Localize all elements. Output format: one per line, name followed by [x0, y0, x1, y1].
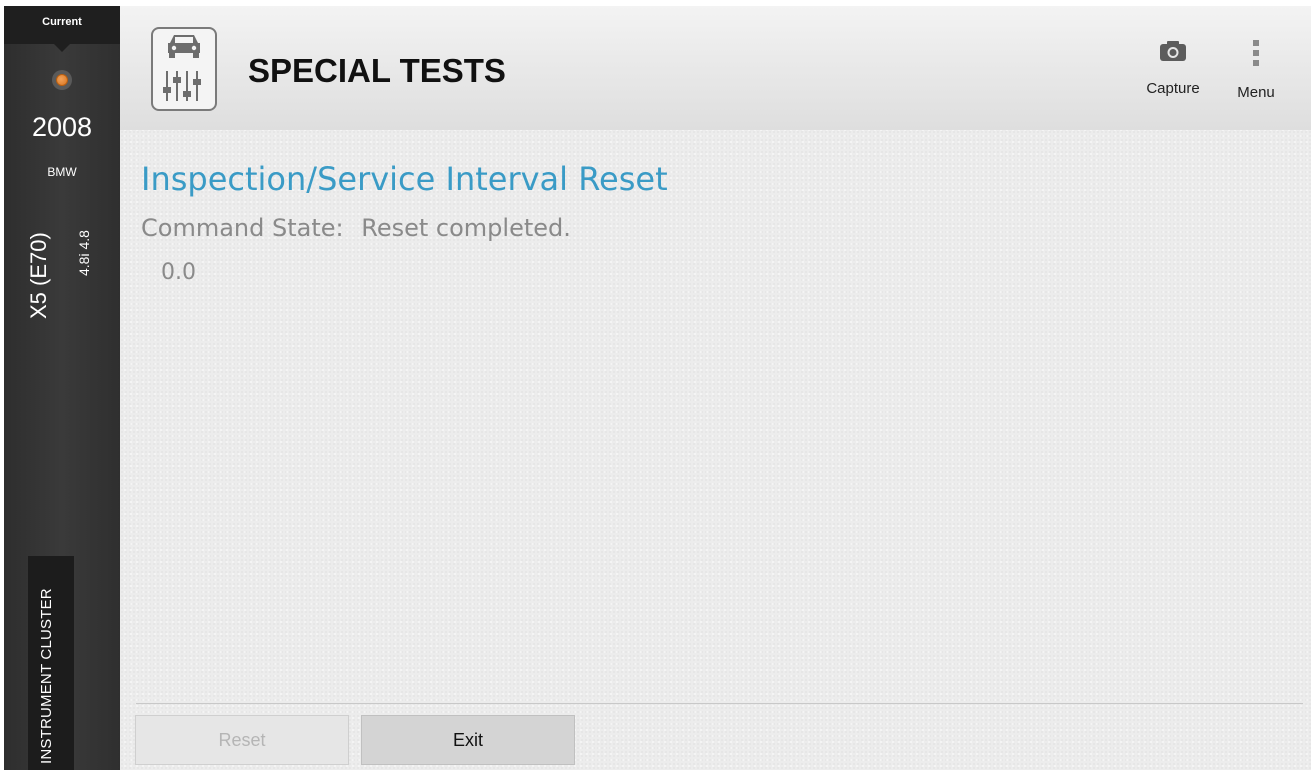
kebab-menu-icon — [1228, 40, 1284, 70]
car-sliders-icon — [151, 27, 217, 111]
capture-button[interactable]: Capture — [1140, 40, 1206, 97]
result-value: 0.0 — [161, 260, 196, 285]
camera-icon — [1140, 40, 1206, 66]
command-state-value: Reset completed. — [361, 214, 571, 242]
footer-divider — [136, 703, 1303, 704]
reset-button[interactable]: Reset — [135, 715, 349, 765]
header-bar: SPECIAL TESTS Capture Menu — [120, 6, 1311, 130]
menu-button[interactable]: Menu — [1228, 40, 1284, 101]
command-state: Command State: Reset completed. — [141, 214, 571, 242]
vehicle-sidebar: Current 2008 BMW X5 (E70) 4.8i 4.8 INSTR… — [4, 6, 120, 770]
page-title: SPECIAL TESTS — [248, 52, 506, 89]
vehicle-engine: 4.8i 4.8 — [76, 230, 92, 276]
module-name: INSTRUMENT CLUSTER — [38, 588, 55, 764]
app-frame: Current 2008 BMW X5 (E70) 4.8i 4.8 INSTR… — [0, 0, 1311, 770]
connection-status-icon — [52, 70, 72, 90]
main-content: Inspection/Service Interval Reset Comman… — [120, 130, 1311, 770]
exit-button[interactable]: Exit — [361, 715, 575, 765]
current-tab[interactable]: Current — [4, 6, 120, 52]
capture-label: Capture — [1146, 80, 1200, 97]
test-title: Inspection/Service Interval Reset — [141, 160, 668, 198]
menu-label: Menu — [1237, 84, 1275, 101]
vehicle-make: BMW — [47, 165, 77, 179]
vehicle-year: 2008 — [31, 112, 93, 142]
command-state-label: Command State: — [141, 214, 344, 242]
vehicle-model: X5 (E70) — [26, 232, 51, 319]
